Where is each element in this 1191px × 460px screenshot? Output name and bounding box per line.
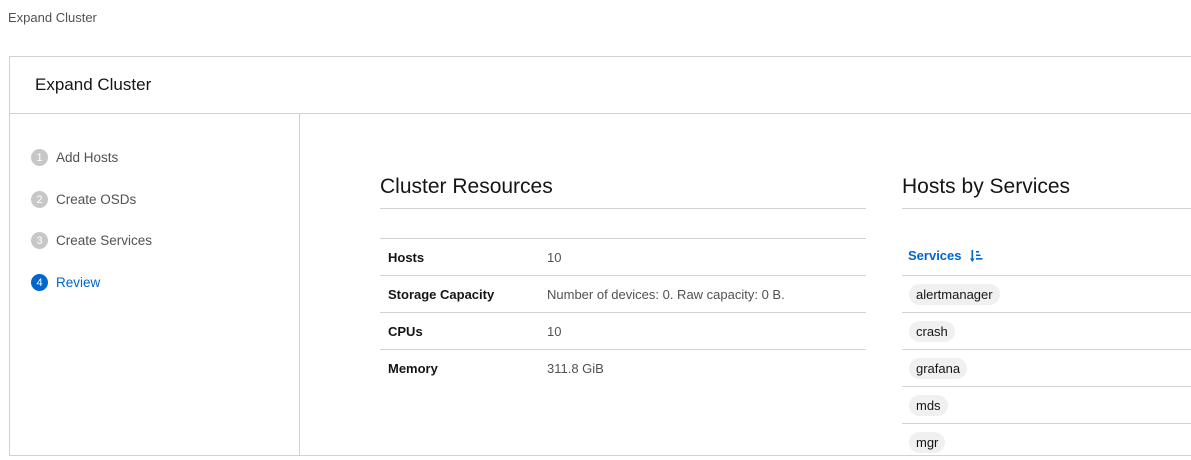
cluster-resources-title: Cluster Resources bbox=[380, 175, 553, 198]
service-chip: crash bbox=[909, 320, 955, 342]
cluster-resources-table: Hosts 10 Storage Capacity Number of devi… bbox=[380, 238, 866, 386]
breadcrumb: Expand Cluster bbox=[8, 10, 97, 25]
section-divider bbox=[380, 208, 866, 209]
section-divider bbox=[902, 208, 1191, 209]
table-row: Memory 311.8 GiB bbox=[380, 350, 866, 386]
wizard-nav: 1 Add Hosts 2 Create OSDs 3 Create Servi… bbox=[10, 114, 300, 455]
wizard-step-add-hosts[interactable]: 1 Add Hosts bbox=[31, 149, 118, 166]
row-key: Storage Capacity bbox=[388, 286, 495, 302]
step-label: Review bbox=[56, 275, 101, 290]
services-header-label: Services bbox=[908, 248, 962, 263]
list-item: mgr bbox=[902, 423, 1191, 460]
service-chip: alertmanager bbox=[909, 283, 1000, 305]
row-key: CPUs bbox=[388, 323, 423, 339]
services-column-header[interactable]: Services bbox=[908, 248, 983, 263]
wizard-step-create-services[interactable]: 3 Create Services bbox=[31, 232, 152, 249]
wizard-step-review[interactable]: 4 Review bbox=[31, 274, 100, 291]
list-item: grafana bbox=[902, 349, 1191, 386]
row-key: Memory bbox=[388, 360, 438, 376]
card-title: Expand Cluster bbox=[10, 57, 1191, 114]
table-row: Hosts 10 bbox=[380, 239, 866, 276]
step-number-badge: 4 bbox=[31, 274, 48, 291]
services-list: alertmanager crash grafana mds mgr bbox=[902, 275, 1191, 460]
table-row: CPUs 10 bbox=[380, 313, 866, 350]
sort-ascending-icon bbox=[969, 249, 982, 262]
list-item: alertmanager bbox=[902, 275, 1191, 312]
table-row: Storage Capacity Number of devices: 0. R… bbox=[380, 276, 866, 313]
row-value: Number of devices: 0. Raw capacity: 0 B. bbox=[547, 286, 785, 302]
row-value: 10 bbox=[547, 323, 562, 339]
hosts-by-services-title: Hosts by Services bbox=[902, 175, 1071, 198]
list-item: mds bbox=[902, 386, 1191, 423]
row-key: Hosts bbox=[388, 249, 425, 265]
step-number-badge: 2 bbox=[31, 191, 48, 208]
service-chip: mgr bbox=[909, 431, 946, 453]
wizard-step-create-osds[interactable]: 2 Create OSDs bbox=[31, 191, 136, 208]
row-value: 10 bbox=[547, 249, 562, 265]
row-value: 311.8 GiB bbox=[547, 360, 604, 376]
service-chip: grafana bbox=[909, 357, 968, 379]
step-label: Create OSDs bbox=[56, 192, 137, 207]
step-number-badge: 3 bbox=[31, 232, 48, 249]
step-number-badge: 1 bbox=[31, 149, 48, 166]
service-chip: mds bbox=[909, 394, 948, 416]
step-label: Create Services bbox=[56, 233, 153, 248]
step-label: Add Hosts bbox=[56, 150, 119, 165]
list-item: crash bbox=[902, 312, 1191, 349]
